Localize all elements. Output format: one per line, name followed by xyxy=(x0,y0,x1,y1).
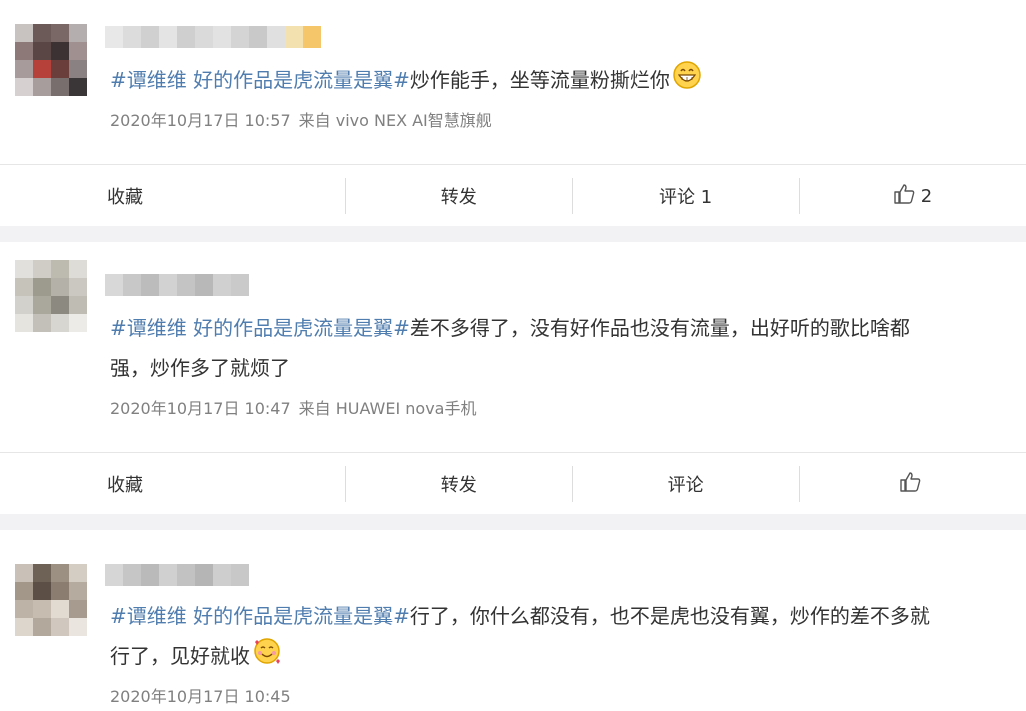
avatar[interactable] xyxy=(15,260,87,332)
post-text-continued: 行了，见好就收 xyxy=(110,644,250,668)
repost-label: 转发 xyxy=(440,187,477,208)
post-text: 行了，你什么都没有，也不是虎也没有翼，炒作的差不多就 xyxy=(409,604,930,628)
smiling-face-with-hearts-icon xyxy=(252,636,282,679)
post-text: 炒作能手，坐等流量粉撕烂你 xyxy=(409,68,670,92)
comment-label: 评论 1 xyxy=(659,187,713,208)
avatar[interactable] xyxy=(15,564,87,636)
post-source: 来自 HUAWEI nova手机 xyxy=(298,399,477,418)
topic-link[interactable]: #谭维维 好的作品是虎流量是翼# xyxy=(110,604,410,628)
comment-button[interactable]: 评论 1 xyxy=(572,165,799,227)
like-button[interactable]: 2 xyxy=(799,165,1026,227)
avatar[interactable] xyxy=(15,24,87,96)
grinning-face-emoji-icon xyxy=(672,60,702,103)
post-meta: 2020年10月17日 10:57 来自 vivo NEX AI智慧旗舰 xyxy=(110,107,500,131)
username-blurred[interactable] xyxy=(105,274,249,296)
username-blurred[interactable] xyxy=(105,564,249,586)
action-bar: 收藏 转发 评论 xyxy=(0,452,1026,515)
thumbs-up-icon xyxy=(893,183,915,210)
post-content: #谭维维 好的作品是虎流量是翼#差不多得了，没有好作品也没有流量，出好听的歌比啥… xyxy=(110,308,1004,388)
comment-label: 评论 xyxy=(667,475,704,496)
post-1: #谭维维 好的作品是虎流量是翼#炒作能手，坐等流量粉撕烂你 2020年10月17… xyxy=(0,0,1026,226)
action-bar: 收藏 转发 评论 1 2 xyxy=(0,164,1026,227)
post-3: #谭维维 好的作品是虎流量是翼#行了，你什么都没有，也不是虎也没有翼，炒作的差不… xyxy=(0,530,1026,711)
favorite-button[interactable]: 收藏 xyxy=(0,165,345,227)
post-meta: 2020年10月17日 10:45 xyxy=(110,683,299,707)
like-count: 2 xyxy=(920,185,933,207)
comment-button[interactable]: 评论 xyxy=(572,453,799,515)
post-2: #谭维维 好的作品是虎流量是翼#差不多得了，没有好作品也没有流量，出好听的歌比啥… xyxy=(0,242,1026,514)
post-timestamp[interactable]: 2020年10月17日 10:47 xyxy=(110,399,291,418)
post-meta: 2020年10月17日 10:47 来自 HUAWEI nova手机 xyxy=(110,395,484,419)
post-content: #谭维维 好的作品是虎流量是翼#行了，你什么都没有，也不是虎也没有翼，炒作的差不… xyxy=(110,596,1004,679)
favorite-button[interactable]: 收藏 xyxy=(0,453,345,515)
topic-link[interactable]: #谭维维 好的作品是虎流量是翼# xyxy=(110,316,410,340)
repost-label: 转发 xyxy=(440,475,477,496)
like-button[interactable] xyxy=(799,453,1026,515)
repost-button[interactable]: 转发 xyxy=(345,165,572,227)
post-source: 来自 vivo NEX AI智慧旗舰 xyxy=(298,111,492,130)
favorite-label: 收藏 xyxy=(107,475,143,496)
favorite-label: 收藏 xyxy=(107,187,143,208)
post-timestamp[interactable]: 2020年10月17日 10:57 xyxy=(110,111,291,130)
post-text: 差不多得了，没有好作品也没有流量，出好听的歌比啥都 xyxy=(409,316,910,340)
topic-link[interactable]: #谭维维 好的作品是虎流量是翼# xyxy=(110,68,410,92)
username-blurred[interactable] xyxy=(105,26,321,48)
thumbs-up-icon xyxy=(899,471,921,498)
post-timestamp[interactable]: 2020年10月17日 10:45 xyxy=(110,687,291,706)
repost-button[interactable]: 转发 xyxy=(345,453,572,515)
post-text-continued: 强，炒作多了就烦了 xyxy=(110,356,290,380)
post-content: #谭维维 好的作品是虎流量是翼#炒作能手，坐等流量粉撕烂你 xyxy=(110,60,1004,103)
